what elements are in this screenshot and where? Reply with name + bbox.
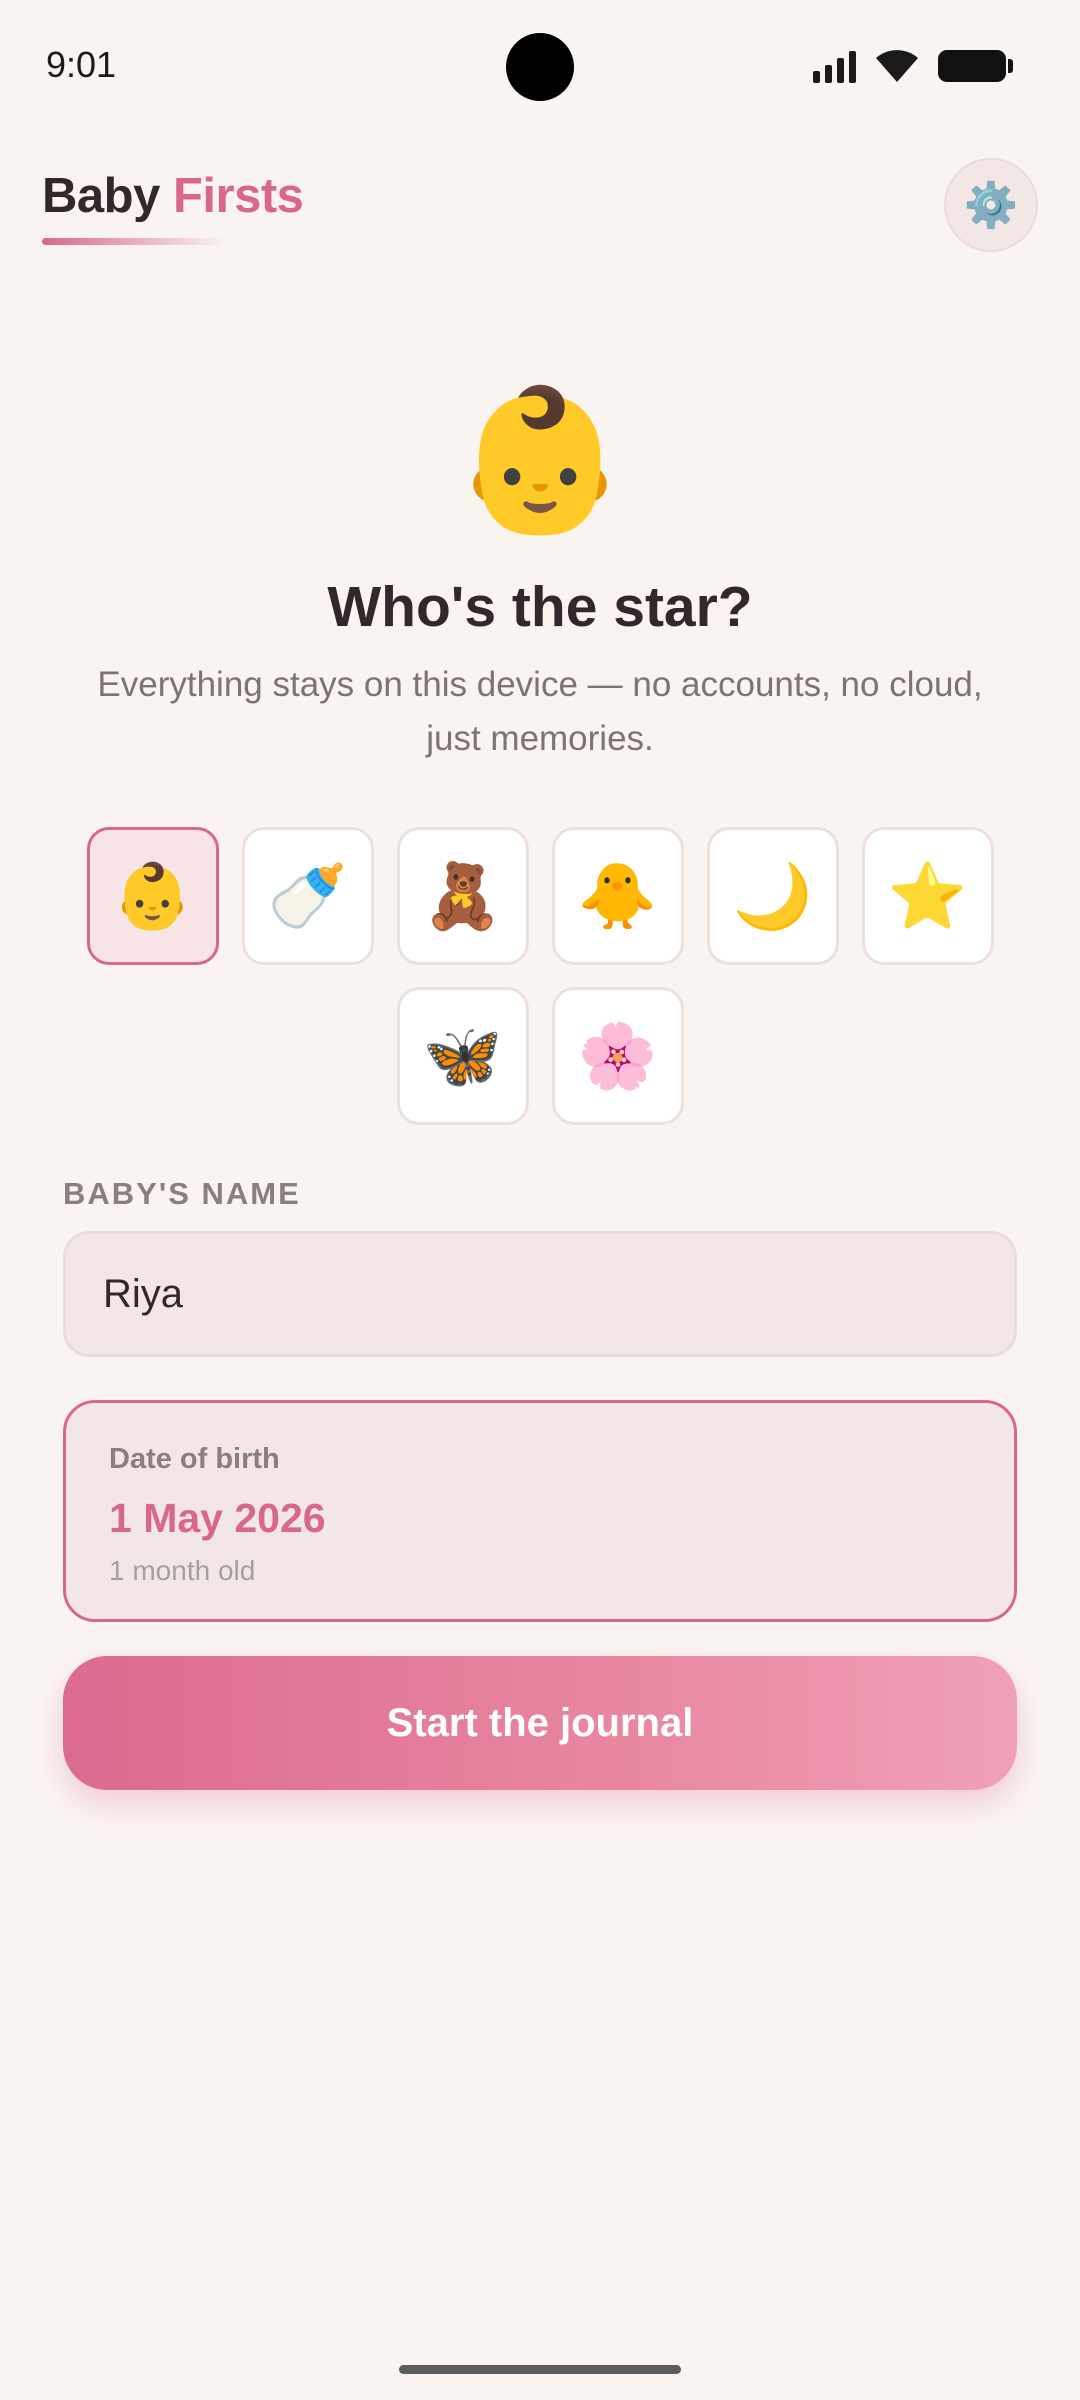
blossom-icon: 🌸: [577, 1019, 658, 1092]
dob-age: 1 month old: [109, 1555, 256, 1586]
app-title-part2: Firsts: [172, 169, 304, 223]
app-title-part1: Baby: [42, 169, 160, 223]
moon-icon: 🌙: [732, 859, 813, 932]
hero-baby-icon: 👶: [452, 381, 628, 538]
star-icon: ⭐: [887, 859, 968, 932]
page-title: Who's the star?: [327, 575, 753, 639]
camera-cutout: [506, 33, 574, 101]
baby-icon: 👶: [112, 859, 193, 932]
avatar-option-chick[interactable]: 🐥: [551, 827, 684, 965]
wifi-icon: [876, 50, 918, 82]
status-icons: [813, 48, 1013, 84]
avatar-option-blossom[interactable]: 🌸: [551, 987, 684, 1125]
avatar-option-moon[interactable]: 🌙: [706, 827, 839, 965]
bottle-icon: 🍼: [267, 859, 348, 932]
avatar-option-teddy[interactable]: 🧸: [396, 827, 529, 965]
avatar-option-butterfly[interactable]: 🦋: [396, 987, 529, 1125]
name-label: BABY'S NAME: [63, 1176, 301, 1211]
date-of-birth-picker[interactable]: Date of birth 1 May 2026 1 month old: [63, 1400, 1017, 1622]
chick-icon: 🐥: [577, 859, 658, 932]
dob-label: Date of birth: [109, 1443, 280, 1475]
onboarding-screen: 9:01 Baby Firsts ⚙️ 👶 Who's the star? Ev…: [0, 0, 1080, 2400]
avatar-option-baby[interactable]: 👶: [86, 827, 219, 965]
butterfly-icon: 🦋: [422, 1019, 503, 1092]
signal-icon: [813, 49, 856, 83]
avatar-picker: 👶 🍼 🧸 🐥 🌙 ⭐ 🦋 🌸: [86, 827, 994, 1125]
teddy-bear-icon: 🧸: [422, 859, 503, 932]
page-subtitle: Everything stays on this device — no acc…: [97, 665, 983, 758]
avatar-option-bottle[interactable]: 🍼: [241, 827, 374, 965]
gear-icon: ⚙️: [963, 181, 1019, 230]
status-bar: 9:01: [0, 0, 1080, 135]
start-journal-button[interactable]: Start the journal: [63, 1656, 1017, 1790]
home-indicator[interactable]: [399, 2365, 681, 2374]
title-underline: [42, 238, 227, 245]
avatar-option-star[interactable]: ⭐: [861, 827, 994, 965]
baby-name-input[interactable]: Riya: [63, 1231, 1017, 1357]
app-title: Baby Firsts: [42, 168, 304, 224]
dob-value: 1 May 2026: [109, 1495, 326, 1541]
settings-button[interactable]: ⚙️: [944, 158, 1038, 252]
battery-icon: [938, 50, 1013, 82]
status-time: 9:01: [46, 44, 117, 85]
